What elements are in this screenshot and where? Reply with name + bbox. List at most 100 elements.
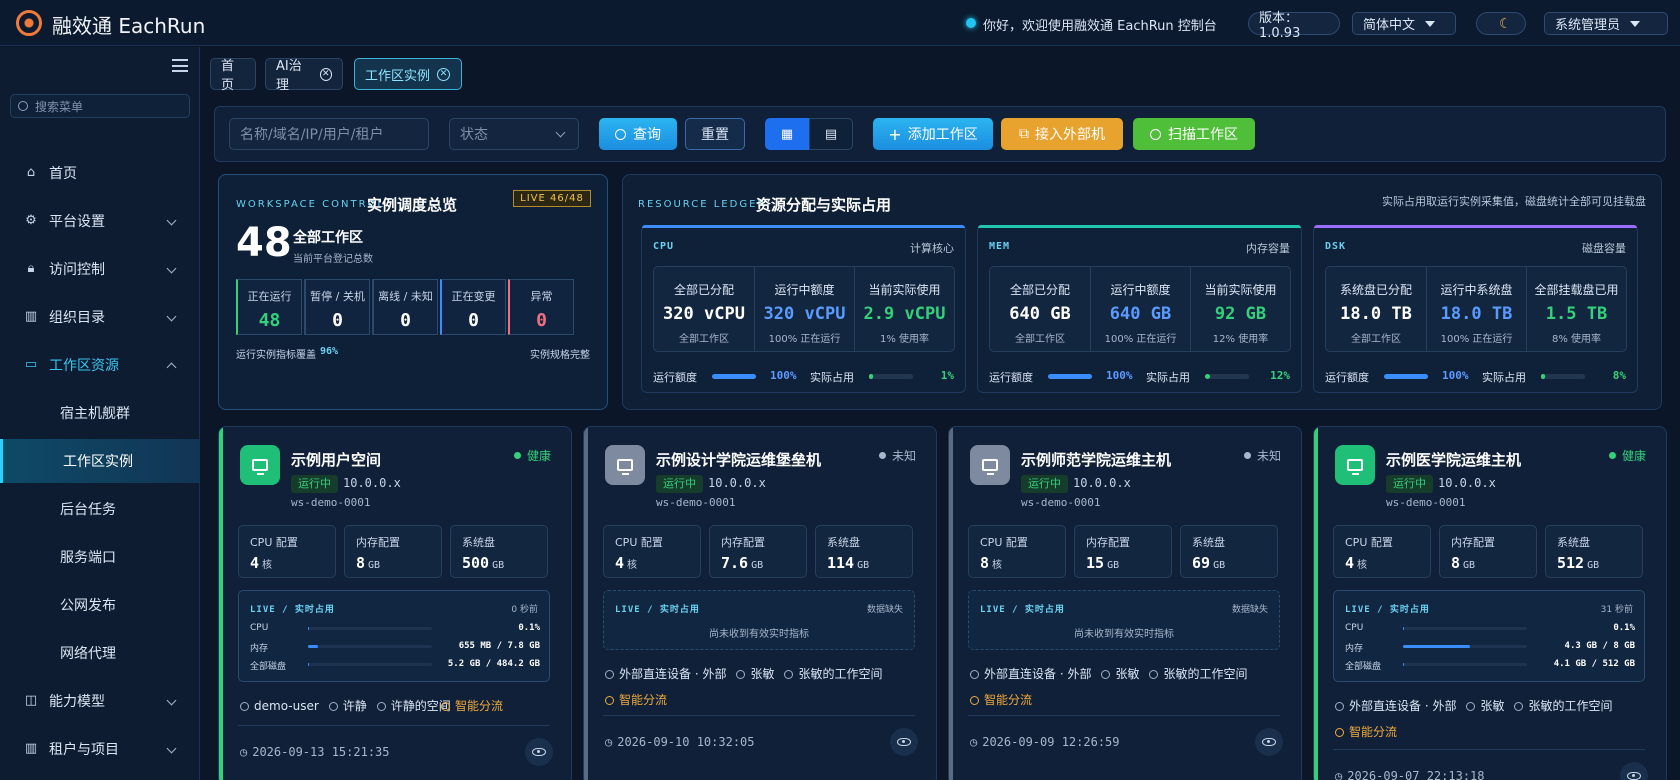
sidebar-item-public-publish[interactable]: 公网发布 xyxy=(0,583,200,627)
user-menu[interactable]: 系统管理员 xyxy=(1544,12,1668,35)
live-row-bar xyxy=(308,627,432,630)
view-button[interactable] xyxy=(525,738,553,766)
view-button[interactable] xyxy=(1620,762,1648,780)
workspace-name[interactable]: 示例用户空间 xyxy=(291,449,381,470)
sidebar-item-capability-models[interactable]: ◫ 能力模型 xyxy=(0,679,200,723)
live-empty-message: 尚未收到有效实时指标 xyxy=(709,629,809,640)
sidebar-item-org-directory[interactable]: ▥ 组织目录 xyxy=(0,295,200,339)
tab-workspace-instances[interactable]: 工作区实例 ✕ xyxy=(354,58,462,90)
sidebar-item-label: 宿主机舰群 xyxy=(60,406,130,422)
meta-text: demo-user xyxy=(254,699,319,713)
scan-workspace-button[interactable]: 扫描工作区 xyxy=(1133,118,1255,150)
coverage-label: 运行实例指标覆盖 xyxy=(236,350,316,361)
spec-value: 8 xyxy=(1451,554,1461,572)
plus-icon: + xyxy=(888,124,902,144)
menu-search-input[interactable]: 搜索菜单 xyxy=(10,94,190,118)
workspace-card[interactable]: 示例用户空间 健康 运行中 10.0.0.x ws-demo-0001 CPU 配置 4 核内… xyxy=(218,426,572,780)
user-icon xyxy=(328,702,338,711)
sidebar-item-platform-settings[interactable]: ⚙ 平台设置 xyxy=(0,199,200,243)
workspace-card[interactable]: 示例设计学院运维堡垒机 未知 运行中 10.0.0.x ws-demo-0001 CPU … xyxy=(583,426,937,780)
resource-card-cpu: CPU 计算核心 全部已分配 320 vCPU 全部工作区 运行中额度 320 vCPU 10… xyxy=(641,225,966,393)
workspace-meta: 外部直连设备 · 外部 张敏 张敏的工作空间 xyxy=(1335,697,1622,714)
accent-line xyxy=(642,225,965,228)
scan-icon xyxy=(1150,128,1161,140)
spec-unit: GB xyxy=(857,560,870,571)
status-select[interactable]: 状态 xyxy=(449,118,579,150)
routing-icon xyxy=(441,702,450,711)
routing-tag: 智能分流 xyxy=(441,697,503,714)
building-icon: ▥ xyxy=(24,741,38,756)
workspace-card[interactable]: 示例医学院运维主机 健康 运行中 10.0.0.x ws-demo-0001 CPU 配置… xyxy=(1313,426,1667,780)
status-stripe xyxy=(949,427,953,780)
live-badge: LIVE 46/48 xyxy=(513,190,591,207)
sidebar-item-access-control[interactable]: 🔒︎ 访问控制 xyxy=(0,247,200,291)
overview-tag: WORKSPACE CONTROL xyxy=(236,199,385,210)
sidebar-item-service-ports[interactable]: 服务端口 xyxy=(0,535,200,579)
list-view-button[interactable]: ▤ xyxy=(809,118,853,150)
sidebar-item-workspace-instances[interactable]: 工作区实例 xyxy=(0,439,200,483)
connect-external-button[interactable]: ⧉ 接入外部机 xyxy=(1001,118,1123,150)
resource-metrics: 全部已分配 640 GB 全部工作区 运行中额度 640 GB 100% 正在运行 当前实际… xyxy=(989,266,1291,352)
status-stat[interactable]: 离线 / 未知 0 xyxy=(372,279,438,335)
query-button[interactable]: 查询 xyxy=(599,118,677,150)
sidebar-item-tenants-projects[interactable]: ▥ 租户与项目 xyxy=(0,727,200,771)
workspace-name[interactable]: 示例师范学院运维主机 xyxy=(1021,449,1171,470)
stat-value: 48 xyxy=(258,310,281,331)
close-icon[interactable]: ✕ xyxy=(319,67,332,81)
workspace-name[interactable]: 示例医学院运维主机 xyxy=(1386,449,1521,470)
eye-icon xyxy=(532,748,546,756)
sidebar-item-background-tasks[interactable]: 后台任务 xyxy=(0,487,200,531)
sidebar-item-home[interactable]: ⌂ 首页 xyxy=(0,151,200,195)
resource-key: MEM xyxy=(989,241,1011,252)
spec-label: CPU 配置 xyxy=(980,536,1028,549)
status-stat[interactable]: 正在运行 48 xyxy=(236,279,302,335)
sidebar-item-label: 网络代理 xyxy=(60,646,116,662)
grid-view-button[interactable]: ▦ xyxy=(765,118,809,150)
menu-collapse-icon[interactable] xyxy=(172,59,188,72)
live-empty-message: 尚未收到有效实时指标 xyxy=(1074,629,1174,640)
reset-button[interactable]: 重置 xyxy=(685,118,745,150)
health-status: 未知 xyxy=(1243,447,1281,464)
workspace-avatar xyxy=(1335,445,1375,485)
tab-ai-governance[interactable]: AI治理 ✕ xyxy=(265,58,343,93)
tab-home[interactable]: 首页 xyxy=(210,58,256,93)
view-button[interactable] xyxy=(890,728,918,756)
spec-unit: GB xyxy=(492,560,505,571)
created-time: ◷ 2026-09-13 15:21:35 xyxy=(240,745,390,759)
metric-label: 当前实际使用 xyxy=(868,283,941,297)
spec-unit: GB xyxy=(1587,560,1600,571)
status-stat[interactable]: 暂停 / 关机 0 xyxy=(304,279,370,335)
search-input[interactable]: 名称/域名/IP/用户/租户 xyxy=(229,118,429,150)
spec-unit: GB xyxy=(1463,560,1476,571)
spec-label: CPU 配置 xyxy=(250,536,298,549)
metric-label: 系统盘已分配 xyxy=(1339,283,1412,297)
stat-label: 正在运行 xyxy=(247,290,292,303)
close-icon[interactable]: ✕ xyxy=(437,67,451,81)
add-workspace-button[interactable]: + 添加工作区 xyxy=(873,118,993,150)
spec-label: 内存配置 xyxy=(721,536,765,549)
language-select[interactable]: 简体中文 xyxy=(1352,12,1456,35)
live-usage-box: LIVE / 实时占用 0 秒前 CPU 0.1% 内存 655 MB / 7.8 GB 全… xyxy=(238,590,550,682)
view-button[interactable] xyxy=(1255,728,1283,756)
workspace-avatar xyxy=(970,445,1010,485)
live-row-value: 4.1 GB / 512 GB xyxy=(1553,659,1635,669)
clock-icon: ◷ xyxy=(605,735,613,749)
status-stat[interactable]: 异常 0 xyxy=(508,279,574,335)
created-time-text: 2026-09-09 12:26:59 xyxy=(982,735,1120,749)
actual-usage-bar xyxy=(869,374,913,379)
run-quota-bar xyxy=(1048,374,1092,379)
spec-label: CPU 配置 xyxy=(615,536,663,549)
sidebar-item-workspace-resources[interactable]: ▭ 工作区资源 xyxy=(0,343,200,387)
theme-toggle[interactable]: ☾ xyxy=(1476,12,1526,35)
workspace-card[interactable]: 示例师范学院运维主机 未知 运行中 10.0.0.x ws-demo-0001 CPU 配… xyxy=(948,426,1302,780)
workspace-avatar xyxy=(240,445,280,485)
live-row-label: 全部磁盘 xyxy=(1345,662,1382,672)
status-stat[interactable]: 正在变更 0 xyxy=(440,279,506,335)
spec-value: 512 xyxy=(1557,554,1585,572)
ip-address: 10.0.0.x xyxy=(708,476,766,490)
reset-label: 重置 xyxy=(701,127,729,143)
sidebar-item-network-proxy[interactable]: 网络代理 xyxy=(0,631,200,675)
sidebar-item-host-fleet[interactable]: 宿主机舰群 xyxy=(0,391,200,435)
workspace-name[interactable]: 示例设计学院运维堡垒机 xyxy=(656,449,821,470)
live-row-value: 5.2 GB / 484.2 GB xyxy=(447,659,540,669)
